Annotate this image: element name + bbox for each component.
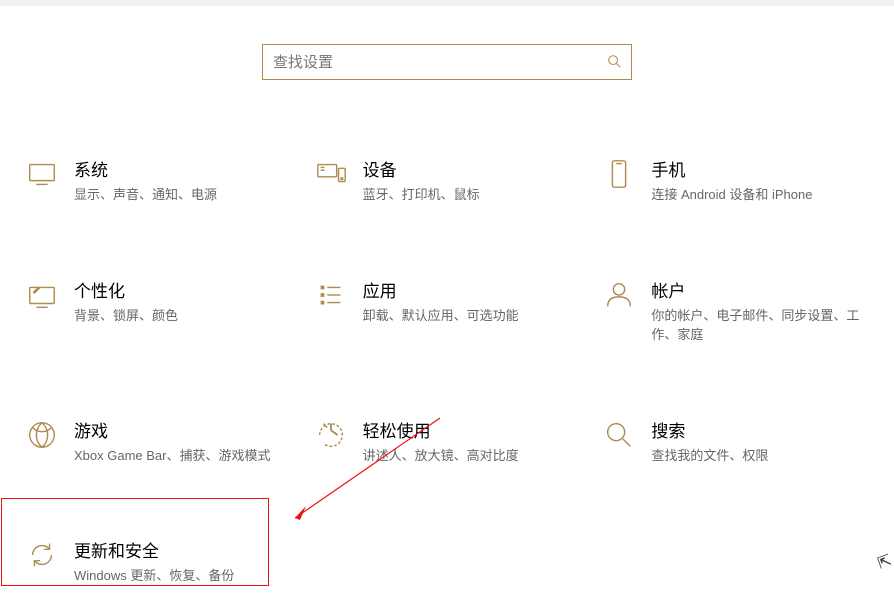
gaming-icon (24, 417, 60, 453)
tile-title: 系统 (74, 156, 217, 181)
update-icon (24, 537, 60, 573)
top-border (0, 0, 894, 6)
search-input[interactable] (273, 54, 607, 71)
tile-desc: 显示、声音、通知、电源 (74, 185, 217, 205)
tile-gaming[interactable]: 游戏 Xbox Game Bar、捕获、游戏模式 (14, 411, 303, 472)
tile-title: 手机 (651, 156, 812, 181)
tile-search[interactable]: 搜索 查找我的文件、权限 (591, 411, 880, 472)
phone-icon (601, 156, 637, 192)
tile-title: 个性化 (74, 277, 178, 302)
tile-update-security[interactable]: 更新和安全 Windows 更新、恢复、备份 (14, 531, 303, 592)
tile-devices[interactable]: 设备 蓝牙、打印机、鼠标 (303, 150, 592, 211)
tile-title: 帐户 (651, 277, 861, 302)
search-box[interactable] (262, 44, 632, 80)
devices-icon (313, 156, 349, 192)
tile-title: 应用 (363, 277, 519, 302)
display-icon (24, 156, 60, 192)
tile-title: 更新和安全 (74, 537, 234, 562)
apps-icon (313, 277, 349, 313)
personalization-icon (24, 277, 60, 313)
tile-accounts[interactable]: 帐户 你的帐户、电子邮件、同步设置、工作、家庭 (591, 271, 880, 351)
tile-desc: 卸载、默认应用、可选功能 (363, 306, 519, 326)
tile-desc: 讲述人、放大镜、高对比度 (363, 446, 519, 466)
tile-apps[interactable]: 应用 卸载、默认应用、可选功能 (303, 271, 592, 351)
settings-grid: 系统 显示、声音、通知、电源 设备 蓝牙、打印机、鼠标 手机 连接 Androi… (0, 80, 894, 592)
tile-desc: Windows 更新、恢复、备份 (74, 566, 234, 586)
tile-desc: 你的帐户、电子邮件、同步设置、工作、家庭 (651, 306, 861, 345)
tile-title: 轻松使用 (363, 417, 519, 442)
tile-system[interactable]: 系统 显示、声音、通知、电源 (14, 150, 303, 211)
tile-title: 游戏 (74, 417, 271, 442)
search-icon (607, 54, 621, 71)
tile-desc: 背景、锁屏、颜色 (74, 306, 178, 326)
tile-desc: Xbox Game Bar、捕获、游戏模式 (74, 446, 271, 466)
tile-title: 搜索 (651, 417, 768, 442)
tile-personalization[interactable]: 个性化 背景、锁屏、颜色 (14, 271, 303, 351)
tile-desc: 查找我的文件、权限 (651, 446, 768, 466)
tile-desc: 蓝牙、打印机、鼠标 (363, 185, 480, 205)
tile-desc: 连接 Android 设备和 iPhone (651, 185, 812, 205)
ease-of-access-icon (313, 417, 349, 453)
tile-phone[interactable]: 手机 连接 Android 设备和 iPhone (591, 150, 880, 211)
tile-ease-of-access[interactable]: 轻松使用 讲述人、放大镜、高对比度 (303, 411, 592, 472)
accounts-icon (601, 277, 637, 313)
search-container (0, 44, 894, 80)
tile-title: 设备 (363, 156, 480, 181)
search-tile-icon (601, 417, 637, 453)
